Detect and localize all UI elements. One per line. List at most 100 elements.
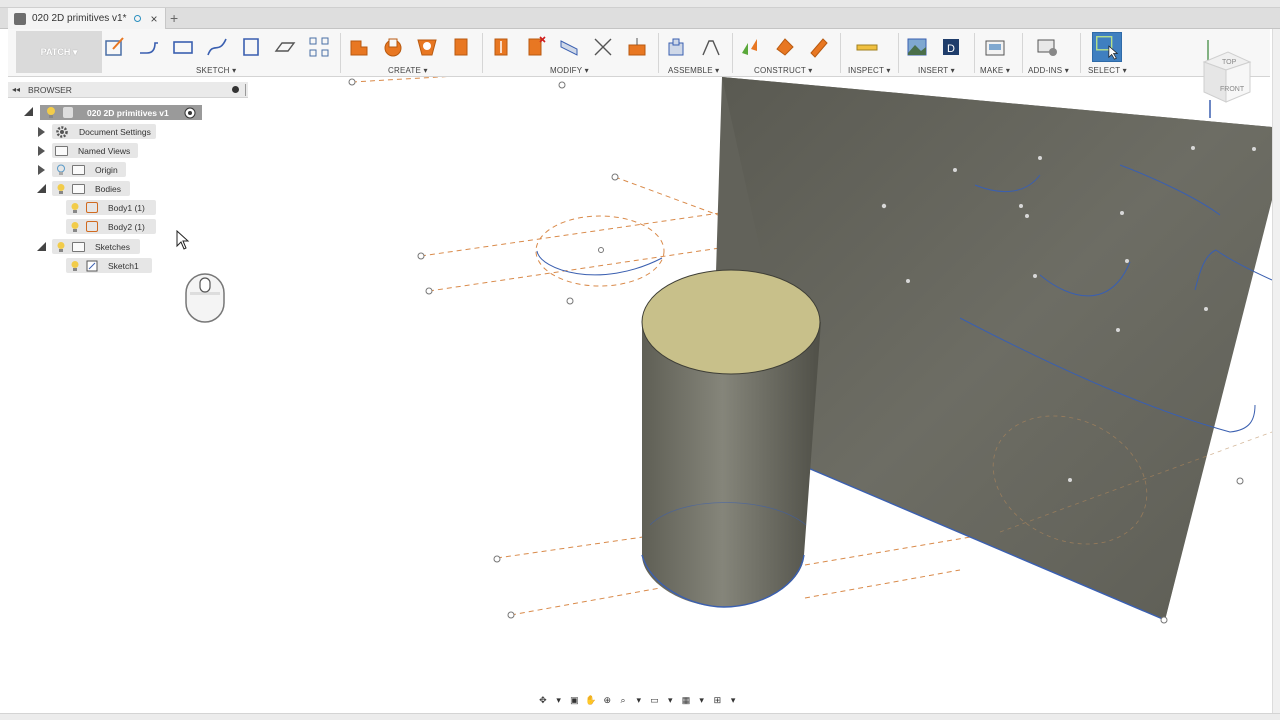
browser-item-body2[interactable]: Body2 (1): [66, 219, 156, 234]
expand-named-views-icon[interactable]: [38, 146, 45, 156]
create-sketch-button[interactable]: [102, 34, 128, 60]
line-tool-button[interactable]: [136, 34, 162, 60]
inspect-group-label[interactable]: INSPECT ▾: [848, 66, 891, 75]
gear-icon: [56, 125, 68, 138]
visibility-bulb-icon[interactable]: [70, 202, 80, 214]
item-label: Document Settings: [79, 126, 151, 137]
select-group-label[interactable]: SELECT ▾: [1088, 66, 1127, 75]
fillet-icon: [528, 36, 546, 56]
navigation-bar: ✥ ▾ ▣ ✋ ⊕ ⌕ ▾ ▭ ▾ ▦ ▾ ⊞ ▾: [538, 690, 738, 710]
browser-item-origin[interactable]: Origin: [52, 162, 126, 177]
view-cube-front-label: FRONT: [1220, 86, 1245, 93]
project-tool-button[interactable]: [238, 34, 264, 60]
dropdown-icon[interactable]: ▾: [665, 694, 675, 706]
joint-icon: [702, 40, 720, 56]
browser-item-document-settings[interactable]: Document Settings: [52, 124, 156, 139]
grid-settings-icon[interactable]: ▦: [681, 694, 691, 706]
browser-pin-icon[interactable]: [245, 84, 246, 96]
workspace-switcher[interactable]: PATCH ▾: [16, 31, 102, 73]
browser-item-named-views[interactable]: Named Views: [52, 143, 138, 158]
document-tab[interactable]: 020 2D primitives v1* ×: [8, 8, 166, 29]
new-tab-button[interactable]: +: [170, 10, 178, 26]
insert-canvas-button[interactable]: [904, 34, 930, 60]
dropdown-icon[interactable]: ▾: [697, 694, 707, 706]
select-button[interactable]: [1092, 32, 1122, 62]
zoom-icon[interactable]: ⊕: [602, 694, 612, 706]
trim-button[interactable]: [590, 34, 616, 60]
new-component-button[interactable]: [664, 34, 690, 60]
create-group-label[interactable]: CREATE ▾: [388, 66, 428, 75]
root-expand-icon[interactable]: [24, 107, 33, 116]
canvas-icon: [907, 38, 927, 56]
sketch-group-label[interactable]: SKETCH ▾: [196, 66, 236, 75]
rectangle-tool-button[interactable]: [170, 34, 196, 60]
expand-document-settings-icon[interactable]: [38, 127, 45, 137]
modify-group-label[interactable]: MODIFY ▾: [550, 66, 589, 75]
revolve-button[interactable]: [380, 34, 406, 60]
visibility-bulb-icon[interactable]: [70, 221, 80, 233]
dropdown-icon[interactable]: ▾: [728, 694, 738, 706]
view-cube[interactable]: TOP FRONT: [1196, 40, 1260, 120]
offset-plane-button[interactable]: [738, 34, 764, 60]
browser-minimize-button[interactable]: [232, 86, 239, 93]
addins-group-label[interactable]: ADD-INS ▾: [1028, 66, 1069, 75]
press-pull-icon: [494, 38, 508, 56]
tangent-plane-button[interactable]: [806, 34, 832, 60]
extend-button[interactable]: [624, 34, 650, 60]
press-pull-button[interactable]: [488, 34, 514, 60]
collapse-browser-icon[interactable]: ◂◂: [12, 85, 20, 94]
zoom-window-icon[interactable]: ⌕: [618, 694, 628, 706]
sketch-plane-button[interactable]: [272, 34, 298, 60]
separator: [1080, 33, 1081, 73]
display-settings-icon[interactable]: ▭: [650, 694, 660, 706]
dropdown-icon[interactable]: ▾: [634, 694, 644, 706]
plane-at-angle-button[interactable]: [772, 34, 798, 60]
close-tab-icon[interactable]: ×: [150, 12, 157, 26]
construct-group-label[interactable]: CONSTRUCT ▾: [754, 66, 813, 75]
visibility-bulb-off-icon[interactable]: [56, 164, 66, 176]
browser-root-item[interactable]: 020 2D primitives v1: [40, 105, 202, 120]
collapse-sketches-icon[interactable]: [37, 242, 46, 251]
loft-button[interactable]: [448, 34, 474, 60]
extrude-button[interactable]: [346, 34, 372, 60]
browser-item-bodies[interactable]: Bodies: [52, 181, 130, 196]
fillet-button[interactable]: [522, 34, 548, 60]
orbit-icon[interactable]: ✥: [538, 694, 548, 706]
viewports-icon[interactable]: ⊞: [713, 694, 723, 706]
pan-icon[interactable]: ✋: [585, 694, 596, 706]
status-bar: [0, 713, 1280, 720]
item-label: Sketch1: [108, 260, 139, 271]
sweep-button[interactable]: [414, 34, 440, 60]
separator: [898, 33, 899, 73]
activate-radio-icon[interactable]: [184, 107, 196, 119]
right-scrollbar[interactable]: [1272, 29, 1280, 713]
browser-item-sketches[interactable]: Sketches: [52, 239, 140, 254]
body-icon: [86, 202, 98, 213]
joint-button[interactable]: [698, 34, 724, 60]
sketch-pattern-button[interactable]: [306, 34, 332, 60]
spline-tool-button[interactable]: [204, 34, 230, 60]
scripts-button[interactable]: [1034, 34, 1060, 60]
make-group-label[interactable]: MAKE ▾: [980, 66, 1010, 75]
main-toolbar: PATCH ▾ SKETCH ▾ CREATE ▾ MODIFY ▾ ASSEM…: [8, 29, 1270, 77]
expand-origin-icon[interactable]: [38, 165, 45, 175]
3d-viewport[interactable]: [0, 77, 1280, 713]
collapse-bodies-icon[interactable]: [37, 184, 46, 193]
dropdown-icon[interactable]: ▾: [554, 694, 564, 706]
assemble-group-label[interactable]: ASSEMBLE ▾: [668, 66, 719, 75]
chamfer-button[interactable]: [556, 34, 582, 60]
visibility-bulb-icon[interactable]: [70, 260, 80, 272]
look-at-icon[interactable]: ▣: [569, 694, 579, 706]
3d-print-button[interactable]: [982, 34, 1008, 60]
insert-mcmaster-button[interactable]: D: [938, 34, 964, 60]
measure-button[interactable]: [854, 34, 880, 60]
window-top-strip: [0, 0, 1280, 8]
visibility-bulb-icon[interactable]: [45, 106, 57, 119]
browser-item-sketch1[interactable]: Sketch1: [66, 258, 152, 273]
visibility-bulb-icon[interactable]: [56, 241, 66, 253]
visibility-bulb-icon[interactable]: [56, 183, 66, 195]
document-root-icon: [63, 107, 73, 118]
insert-group-label[interactable]: INSERT ▾: [918, 66, 955, 75]
workspace-label: PATCH ▾: [40, 46, 78, 57]
browser-item-body1[interactable]: Body1 (1): [66, 200, 156, 215]
